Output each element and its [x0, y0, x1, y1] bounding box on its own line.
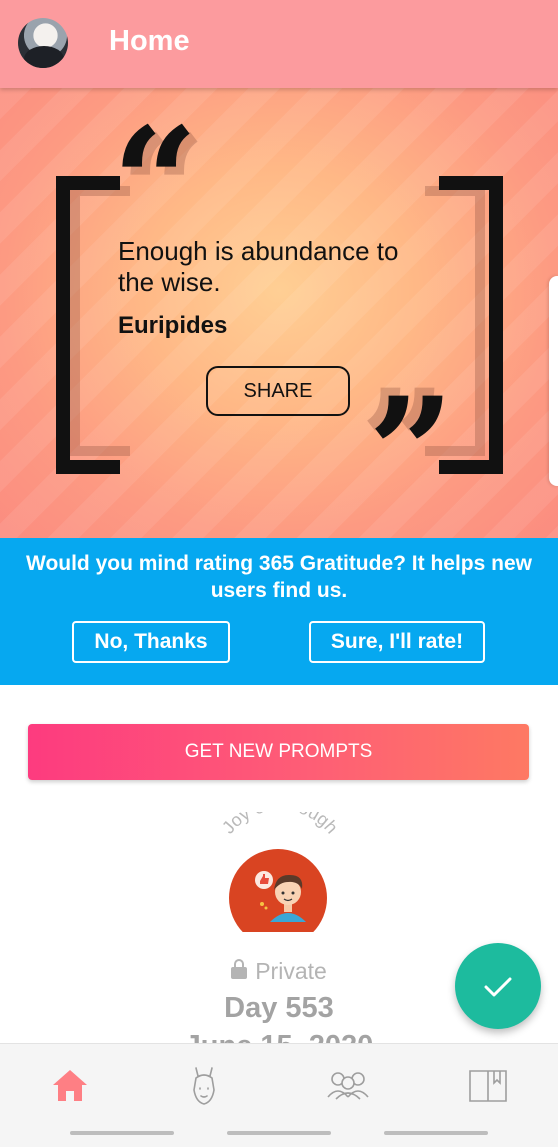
- nav-journal[interactable]: [458, 1060, 518, 1110]
- nav-llama[interactable]: [174, 1060, 234, 1110]
- nav-home[interactable]: [40, 1060, 100, 1110]
- gesture-bar-center: [227, 1131, 331, 1135]
- rating-banner: Would you mind rating 365 Gratitude? It …: [0, 538, 558, 685]
- gesture-bar-right: [384, 1131, 488, 1135]
- check-icon: [484, 977, 512, 997]
- side-drawer-handle[interactable]: [549, 276, 558, 486]
- get-new-prompts-button[interactable]: GET NEW PROMPTS: [28, 724, 529, 780]
- confirm-fab[interactable]: [455, 943, 541, 1029]
- app-bar: Home: [0, 0, 558, 88]
- accept-rating-button[interactable]: Sure, I'll rate!: [309, 621, 485, 663]
- home-icon: [53, 1070, 87, 1101]
- gesture-bar-left: [70, 1131, 174, 1135]
- decline-rating-button[interactable]: No, Thanks: [72, 621, 230, 663]
- nav-community[interactable]: [318, 1060, 378, 1110]
- badge-title: Joy of Enough: [218, 812, 342, 837]
- avatar[interactable]: [18, 18, 68, 68]
- quote-author: Euripides: [118, 312, 228, 339]
- joy-of-enough-badge: Joy of Enough: [218, 812, 342, 932]
- page-title: Home: [109, 25, 190, 57]
- llama-icon: [193, 1067, 215, 1105]
- rating-message: Would you mind rating 365 Gratitude? It …: [26, 552, 532, 602]
- community-icon: [327, 1072, 369, 1100]
- journal-icon: [469, 1070, 507, 1102]
- lock-icon: [231, 959, 248, 979]
- share-button[interactable]: SHARE: [206, 366, 350, 416]
- left-bracket: [56, 176, 120, 474]
- quote-text: Enough is abundance to the wise.: [118, 236, 399, 297]
- privacy-label: Private: [255, 958, 327, 984]
- close-quote-icon: ”: [368, 365, 455, 541]
